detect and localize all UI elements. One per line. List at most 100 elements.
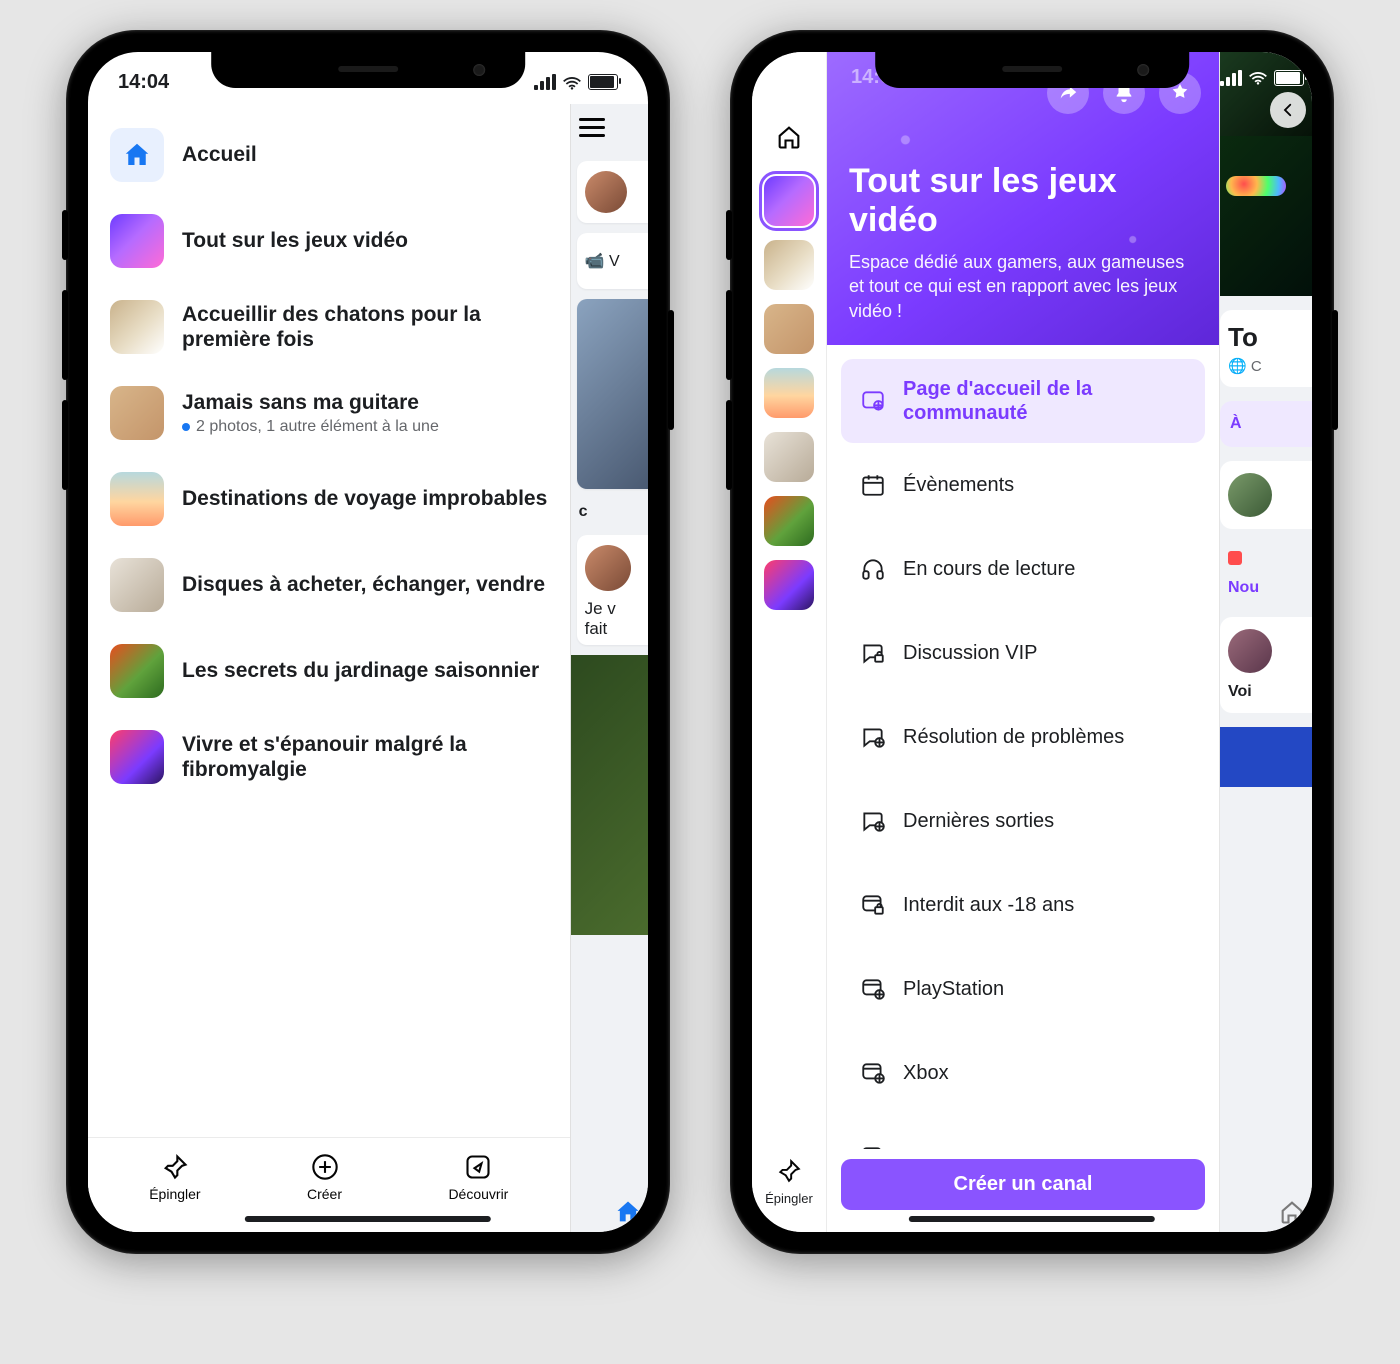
avatar xyxy=(585,171,627,213)
screen: Épingler 14:04 Tout sur les jeux vidéo xyxy=(752,52,1312,1232)
sidebar-group[interactable]: Tout sur les jeux vidéo xyxy=(88,198,570,284)
home-indicator[interactable] xyxy=(245,1216,491,1222)
sidebar-group[interactable]: Disques à acheter, échanger, vendre xyxy=(88,542,570,628)
channel-label: Résolution de problèmes xyxy=(903,725,1124,749)
sidebar-group[interactable]: Destinations de voyage improbables xyxy=(88,456,570,542)
community-header: 14:04 Tout sur les jeux vidéo Espace déd… xyxy=(827,52,1219,345)
channel-item[interactable]: PC xyxy=(841,1115,1205,1149)
rail-group[interactable] xyxy=(764,240,814,290)
chat-globe-icon xyxy=(859,723,887,751)
back-button[interactable] xyxy=(1270,92,1306,128)
group-thumb xyxy=(110,386,164,440)
sidebar-group[interactable]: Les secrets du jardinage saisonnier xyxy=(88,628,570,714)
create-channel-button[interactable]: Créer un canal xyxy=(841,1159,1205,1210)
group-thumb xyxy=(110,644,164,698)
card-globe-icon xyxy=(859,1143,887,1149)
group-thumb xyxy=(110,730,164,784)
sidebar-home[interactable]: Accueil xyxy=(88,112,570,198)
sidebar-group[interactable]: Accueillir des chatons pour la première … xyxy=(88,284,570,370)
headphones-icon xyxy=(859,555,887,583)
tab-pin[interactable]: Épingler xyxy=(149,1152,200,1202)
rail-group[interactable] xyxy=(764,304,814,354)
wifi-icon xyxy=(562,74,582,90)
channel-label: Évènements xyxy=(903,473,1014,497)
channel-item[interactable]: Discussion VIP xyxy=(841,611,1205,695)
rail-home[interactable] xyxy=(764,112,814,162)
menu-icon[interactable] xyxy=(571,104,648,151)
channel-item[interactable]: PlayStation xyxy=(841,947,1205,1031)
chat-lock-icon xyxy=(859,639,887,667)
rainbow-deco xyxy=(1226,176,1286,196)
feed-peek[interactable]: To 🌐 C À Nou Voi xyxy=(1220,52,1312,1232)
sidebar-home-label: Accueil xyxy=(182,142,257,167)
rail-group[interactable] xyxy=(764,560,814,610)
channel-item[interactable]: En cours de lecture xyxy=(841,527,1205,611)
channel-label: PlayStation xyxy=(903,977,1004,1001)
group-label: Les secrets du jardinage saisonnier xyxy=(182,658,539,683)
channel-label: Discussion VIP xyxy=(903,641,1038,665)
pin-icon xyxy=(776,1158,802,1187)
group-label: Tout sur les jeux vidéo xyxy=(182,228,408,253)
channel-item[interactable]: Page d'accueil de la communauté xyxy=(841,359,1205,443)
globe-card-icon xyxy=(859,387,887,415)
home-icon xyxy=(1278,1198,1306,1226)
rail-group[interactable] xyxy=(764,496,814,546)
card-globe-icon xyxy=(859,975,887,1003)
device-notch xyxy=(875,52,1189,88)
group-subtitle: 2 photos, 1 autre élément à la une xyxy=(182,418,439,436)
sidebar-group[interactable]: Jamais sans ma guitare2 photos, 1 autre … xyxy=(88,370,570,456)
compass-icon xyxy=(463,1152,493,1182)
group-thumb xyxy=(110,558,164,612)
battery-icon xyxy=(1274,70,1304,86)
card-globe-icon xyxy=(859,1059,887,1087)
chat-globe-icon xyxy=(859,807,887,835)
signal-icon xyxy=(1220,70,1242,86)
plus-circle-icon xyxy=(310,1152,340,1182)
channel-item[interactable]: Xbox xyxy=(841,1031,1205,1115)
group-thumb xyxy=(110,300,164,354)
battery-icon xyxy=(588,74,618,90)
channel-label: Page d'accueil de la communauté xyxy=(903,377,1187,425)
status-time: 14:04 xyxy=(118,71,169,94)
sidebar-group[interactable]: Vivre et s'épanouir malgré la fibromyalg… xyxy=(88,714,570,800)
wifi-icon xyxy=(1248,70,1268,86)
home-indicator[interactable] xyxy=(909,1216,1155,1222)
home-icon xyxy=(110,128,164,182)
tab-discover[interactable]: Découvrir xyxy=(448,1152,508,1202)
rail-group[interactable] xyxy=(764,368,814,418)
channel-label: Dernières sorties xyxy=(903,809,1054,833)
channel-panel: 14:04 Tout sur les jeux vidéo Espace déd… xyxy=(827,52,1220,1232)
rail-group[interactable] xyxy=(764,176,814,226)
channel-label: Interdit aux -18 ans xyxy=(903,893,1074,917)
channel-item[interactable]: Évènements xyxy=(841,443,1205,527)
channel-item[interactable]: Interdit aux -18 ans xyxy=(841,863,1205,947)
screen: 14:04 Accueil Tou xyxy=(88,52,648,1232)
group-thumb xyxy=(110,214,164,268)
signal-icon xyxy=(534,74,556,90)
avatar xyxy=(1228,473,1272,517)
group-label: Accueillir des chatons pour la première … xyxy=(182,302,548,352)
feed-peek[interactable]: 📹 V c Je v fait xyxy=(571,104,648,1232)
phone-mockup-left: 14:04 Accueil Tou xyxy=(66,30,670,1254)
avatar xyxy=(585,545,631,591)
rail-pin[interactable]: Épingler xyxy=(765,1158,813,1232)
channel-label: PC xyxy=(903,1145,931,1149)
camera-icon: 📹 V xyxy=(585,251,620,271)
phone-mockup-right: Épingler 14:04 Tout sur les jeux vidéo xyxy=(730,30,1334,1254)
channel-item[interactable]: Résolution de problèmes xyxy=(841,695,1205,779)
channel-item[interactable]: Dernières sorties xyxy=(841,779,1205,863)
group-label: Disques à acheter, échanger, vendre xyxy=(182,572,545,597)
group-thumb xyxy=(110,472,164,526)
pin-icon xyxy=(160,1152,190,1182)
unread-dot-icon xyxy=(182,423,190,431)
device-notch xyxy=(211,52,525,88)
groups-drawer: Accueil Tout sur les jeux vidéo Accueilli… xyxy=(88,104,571,1232)
community-subtitle: Espace dédié aux gamers, aux gameuses et… xyxy=(849,250,1197,323)
home-icon xyxy=(614,1198,642,1226)
calendar-icon xyxy=(859,471,887,499)
rail-group[interactable] xyxy=(764,432,814,482)
group-label: Vivre et s'épanouir malgré la fibromyalg… xyxy=(182,732,548,782)
avatar xyxy=(1228,629,1272,673)
group-label: Destinations de voyage improbables xyxy=(182,486,547,511)
tab-create[interactable]: Créer xyxy=(307,1152,342,1202)
